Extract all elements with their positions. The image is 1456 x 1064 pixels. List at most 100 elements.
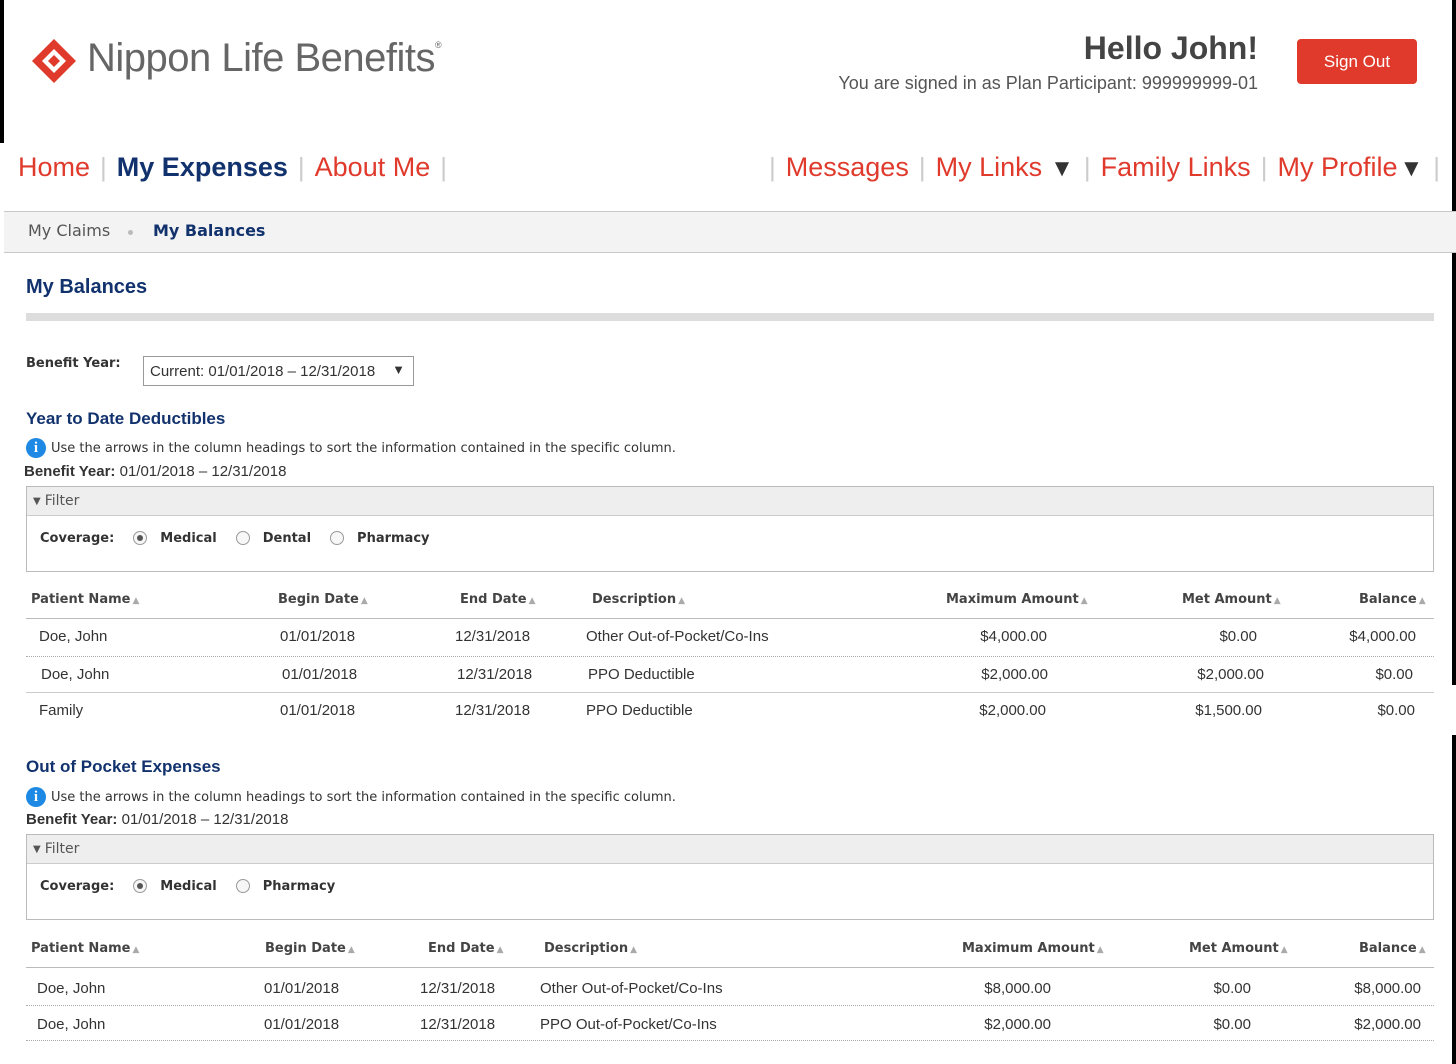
oop-radio-pharmacy[interactable] [235, 879, 250, 893]
ytd-radio-medical[interactable] [133, 531, 148, 545]
oop-radio-pharmacy-label: Pharmacy [262, 878, 336, 894]
ytd-r0-description: Other Out-of-Pocket/Co-Ins [586, 628, 769, 645]
ytd-r1-balance: $0.00 [1375, 666, 1413, 683]
col-patient-name[interactable]: Patient Name ▲ [31, 592, 139, 607]
col-balance[interactable]: Balance ▲ [1359, 592, 1426, 607]
col-description[interactable]: Description ▲ [544, 941, 637, 956]
ytd-coverage-label: Coverage: [40, 530, 115, 546]
ytd-r0-balance: $4,000.00 [1349, 628, 1416, 645]
nav-my-links-label: My Links [935, 152, 1043, 182]
col-met-amount[interactable]: Met Amount ▲ [1182, 592, 1281, 607]
oop-r0-met: $0.00 [1213, 980, 1251, 997]
table-header-divider [26, 618, 1434, 619]
oop-r0-balance: $8,000.00 [1354, 980, 1421, 997]
oop-section-title: Out of Pocket Expenses [26, 757, 221, 776]
ytd-r0-end: 12/31/2018 [455, 628, 531, 645]
sort-arrow-icon: ▲ [132, 945, 140, 955]
nav-about-me[interactable]: About Me [315, 152, 431, 183]
col-end-date[interactable]: End Date ▲ [428, 941, 503, 956]
col-balance[interactable]: Balance ▲ [1359, 941, 1426, 956]
oop-benefit-year-label: Benefit Year: [26, 811, 118, 828]
oop-filter-label: Filter [44, 841, 80, 857]
col-end-date[interactable]: End Date ▲ [460, 592, 535, 607]
col-patient-name[interactable]: Patient Name ▲ [31, 941, 139, 956]
sort-arrow-icon: ▲ [1418, 596, 1426, 606]
row-divider [26, 656, 1434, 657]
sign-out-button[interactable]: Sign Out [1297, 39, 1417, 84]
ytd-radio-pharmacy-label: Pharmacy [357, 530, 430, 546]
sort-arrow-icon: ▲ [496, 945, 504, 955]
info-icon: i [26, 787, 46, 807]
col-description[interactable]: Description ▲ [592, 592, 685, 607]
main-nav-left: Home | My Expenses | About Me | [18, 152, 457, 183]
oop-coverage-row: Coverage: Medical Pharmacy [27, 864, 1433, 908]
nav-my-profile[interactable]: My Profile▼ [1277, 152, 1423, 183]
col-begin-date[interactable]: Begin Date ▲ [265, 941, 355, 956]
dropdown-triangle-icon: ▼ [1399, 155, 1424, 182]
nav-divider: | [769, 152, 776, 182]
signed-in-status: You are signed in as Plan Participant: 9… [838, 73, 1258, 93]
subnav-my-balances[interactable]: My Balances [153, 221, 265, 240]
nav-messages[interactable]: Messages [786, 152, 909, 183]
oop-radio-medical[interactable] [133, 879, 148, 893]
oop-info-text: Use the arrows in the column headings to… [51, 789, 676, 805]
nav-divider: | [297, 152, 305, 182]
benefit-year-value: Current: 01/01/2018 – 12/31/2018 [150, 363, 376, 380]
sort-arrow-icon: ▲ [678, 596, 686, 606]
title-divider [26, 313, 1434, 321]
col-begin-date[interactable]: Begin Date ▲ [278, 592, 368, 607]
col-maximum-amount[interactable]: Maximum Amount ▲ [946, 592, 1088, 607]
page-title: My Balances [26, 276, 148, 298]
col-maximum-amount[interactable]: Maximum Amount ▲ [962, 941, 1104, 956]
ytd-r2-maximum: $2,000.00 [979, 702, 1046, 719]
ytd-radio-dental-label: Dental [262, 530, 312, 546]
col-label: Description [544, 941, 629, 956]
right-border [1452, 0, 1456, 685]
oop-r0-patient: Doe, John [37, 980, 106, 997]
nav-my-profile-label: My Profile [1277, 152, 1398, 182]
ytd-radio-pharmacy[interactable] [330, 531, 345, 545]
sort-arrow-icon: ▲ [630, 945, 638, 955]
ytd-r0-patient: Doe, John [39, 628, 108, 645]
right-border-lower [1452, 735, 1456, 1064]
ytd-r1-met: $2,000.00 [1197, 666, 1264, 683]
ytd-r2-balance: $0.00 [1377, 702, 1415, 719]
nav-my-expenses[interactable]: My Expenses [117, 152, 288, 183]
collapse-arrow-icon: ▼ [33, 843, 41, 855]
nav-divider: | [100, 152, 107, 182]
ytd-radio-dental[interactable] [235, 531, 250, 545]
benefit-year-select[interactable]: Current: 01/01/2018 – 12/31/2018 ▼ [143, 356, 414, 386]
oop-filter-toggle[interactable]: ▼ Filter [27, 835, 1433, 864]
ytd-r1-description: PPO Deductible [588, 666, 695, 683]
subnav-my-claims[interactable]: My Claims [28, 221, 110, 240]
oop-r1-end: 12/31/2018 [420, 1016, 496, 1033]
collapse-arrow-icon: ▼ [33, 495, 41, 507]
row-divider [26, 1040, 1434, 1041]
nav-divider: | [440, 152, 447, 182]
nav-home[interactable]: Home [18, 152, 90, 183]
col-label: Maximum Amount [962, 941, 1095, 956]
table-header-divider [26, 967, 1434, 968]
row-divider [26, 692, 1434, 693]
ytd-r2-met: $1,500.00 [1195, 702, 1262, 719]
col-label: Maximum Amount [946, 592, 1079, 607]
left-border [0, 0, 4, 143]
nav-family-links[interactable]: Family Links [1101, 152, 1251, 183]
ytd-radio-medical-label: Medical [160, 530, 217, 546]
sort-arrow-icon: ▲ [1080, 596, 1088, 606]
sort-arrow-icon: ▲ [1418, 945, 1426, 955]
ytd-r1-end: 12/31/2018 [457, 666, 533, 683]
col-met-amount[interactable]: Met Amount ▲ [1189, 941, 1288, 956]
ytd-coverage-row: Coverage: Medical Dental Pharmacy [27, 516, 1433, 560]
oop-r1-met: $0.00 [1213, 1016, 1251, 1033]
ytd-filter-toggle[interactable]: ▼ Filter [27, 487, 1433, 516]
brand-logo-text: Nippon Life Benefits® [87, 36, 442, 81]
oop-r0-description: Other Out-of-Pocket/Co-Ins [540, 980, 723, 997]
col-label: End Date [460, 592, 527, 607]
nav-my-links[interactable]: My Links ▼ [936, 152, 1074, 183]
sort-arrow-icon: ▲ [347, 945, 355, 955]
select-caret-icon: ▼ [392, 362, 405, 377]
oop-benefit-year: Benefit Year: 01/01/2018 – 12/31/2018 [26, 811, 288, 828]
ytd-r2-begin: 01/01/2018 [280, 702, 356, 719]
sort-arrow-icon: ▲ [1273, 596, 1281, 606]
